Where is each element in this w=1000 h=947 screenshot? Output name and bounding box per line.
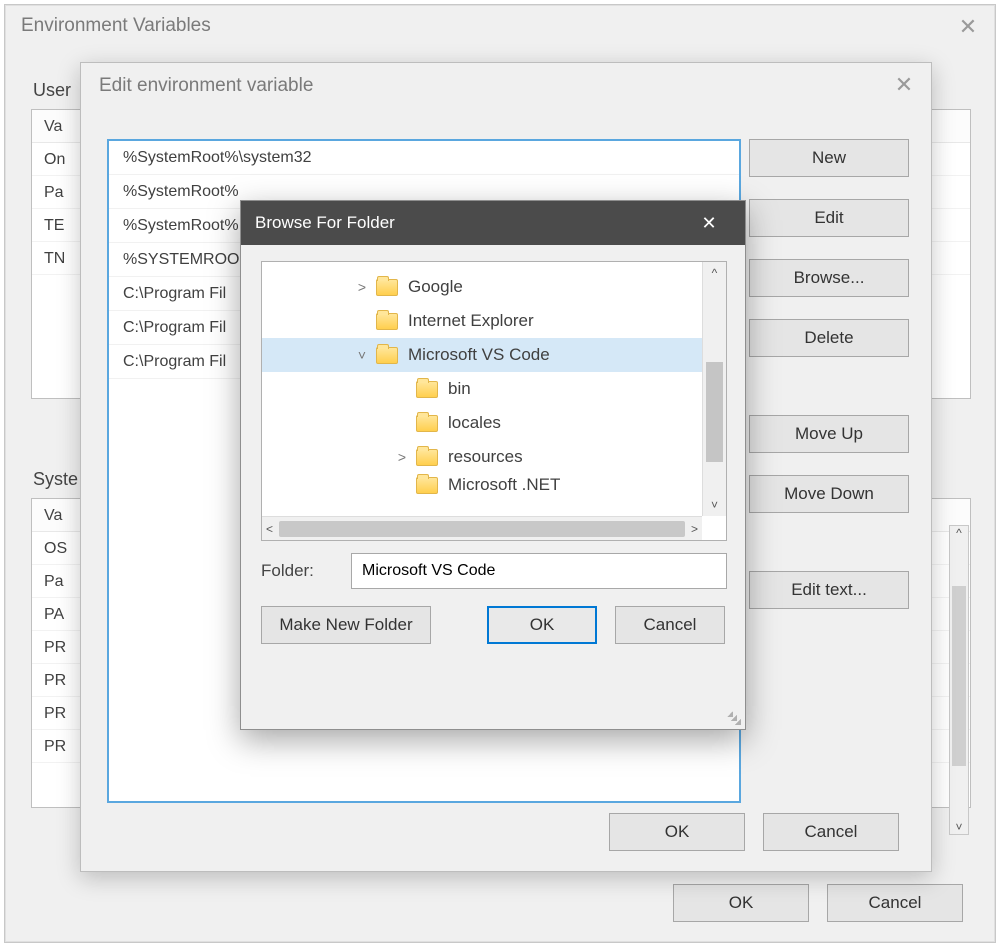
scrollbar-thumb[interactable] [279,521,685,537]
browse-for-folder-dialog: Browse For Folder ✕ > Google Internet Expl… [240,200,746,730]
move-down-button[interactable]: Move Down [749,475,909,513]
folder-name-input[interactable] [351,553,727,589]
folder-icon [376,279,398,296]
chevron-right-icon[interactable]: > [352,279,372,295]
delete-button[interactable]: Delete [749,319,909,357]
close-icon[interactable]: ✕ [687,201,731,245]
ok-button[interactable]: OK [487,606,597,644]
tree-node-label: Internet Explorer [408,311,534,331]
tree-node[interactable]: Internet Explorer [262,304,702,338]
folder-icon [416,449,438,466]
env-title: Environment Variables [5,5,995,49]
edit-text-button[interactable]: Edit text... [749,571,909,609]
tree-node-label: bin [448,379,471,399]
scrollbar-thumb[interactable] [952,586,966,766]
ok-button[interactable]: OK [673,884,809,922]
move-up-button[interactable]: Move Up [749,415,909,453]
close-icon[interactable]: ✕ [877,63,931,107]
tree-node-label: Microsoft .NET [448,475,560,495]
folder-icon [416,477,438,494]
scrollbar-thumb[interactable] [706,362,723,462]
edit-dialog-title: Edit environment variable [81,63,931,109]
cancel-button[interactable]: Cancel [827,884,963,922]
chevron-right-icon[interactable]: > [392,449,412,465]
tree-horizontal-scrollbar[interactable]: < > [262,516,702,540]
list-item[interactable]: %SystemRoot%\system32 [109,141,739,175]
tree-node[interactable]: locales [262,406,702,440]
scroll-down-icon[interactable]: ˅ [703,494,726,516]
tree-node-label: locales [448,413,501,433]
tree-node[interactable]: bin [262,372,702,406]
tree-node[interactable]: Microsoft .NET [262,474,702,496]
cancel-button[interactable]: Cancel [615,606,725,644]
folder-icon [376,347,398,364]
tree-node[interactable]: > Google [262,270,702,304]
folder-icon [416,415,438,432]
chevron-down-icon[interactable]: ˅ [352,347,372,363]
browse-button[interactable]: Browse... [749,259,909,297]
browse-titlebar[interactable]: Browse For Folder ✕ [241,201,745,245]
folder-icon [376,313,398,330]
close-icon[interactable]: ✕ [941,5,995,49]
folder-label: Folder: [261,561,314,581]
browse-title: Browse For Folder [255,201,395,245]
ok-button[interactable]: OK [609,813,745,851]
tree-vertical-scrollbar[interactable]: ^ ˅ [702,262,726,516]
folder-icon [416,381,438,398]
edit-button[interactable]: Edit [749,199,909,237]
tree-node[interactable]: ˅ Microsoft VS Code [262,338,702,372]
resize-grip-icon[interactable] [727,711,741,725]
tree-node-label: resources [448,447,523,467]
tree-node-label: Google [408,277,463,297]
make-new-folder-button[interactable]: Make New Folder [261,606,431,644]
tree-node-label: Microsoft VS Code [408,345,550,365]
folder-tree[interactable]: > Google Internet Explorer ˅ Microsoft VS Co… [261,261,727,541]
new-button[interactable]: New [749,139,909,177]
scroll-up-icon[interactable]: ^ [703,262,726,284]
tree-node[interactable]: > resources [262,440,702,474]
scroll-right-icon[interactable]: > [691,522,698,536]
system-list-scrollbar[interactable] [949,525,969,835]
cancel-button[interactable]: Cancel [763,813,899,851]
scroll-left-icon[interactable]: < [266,522,273,536]
